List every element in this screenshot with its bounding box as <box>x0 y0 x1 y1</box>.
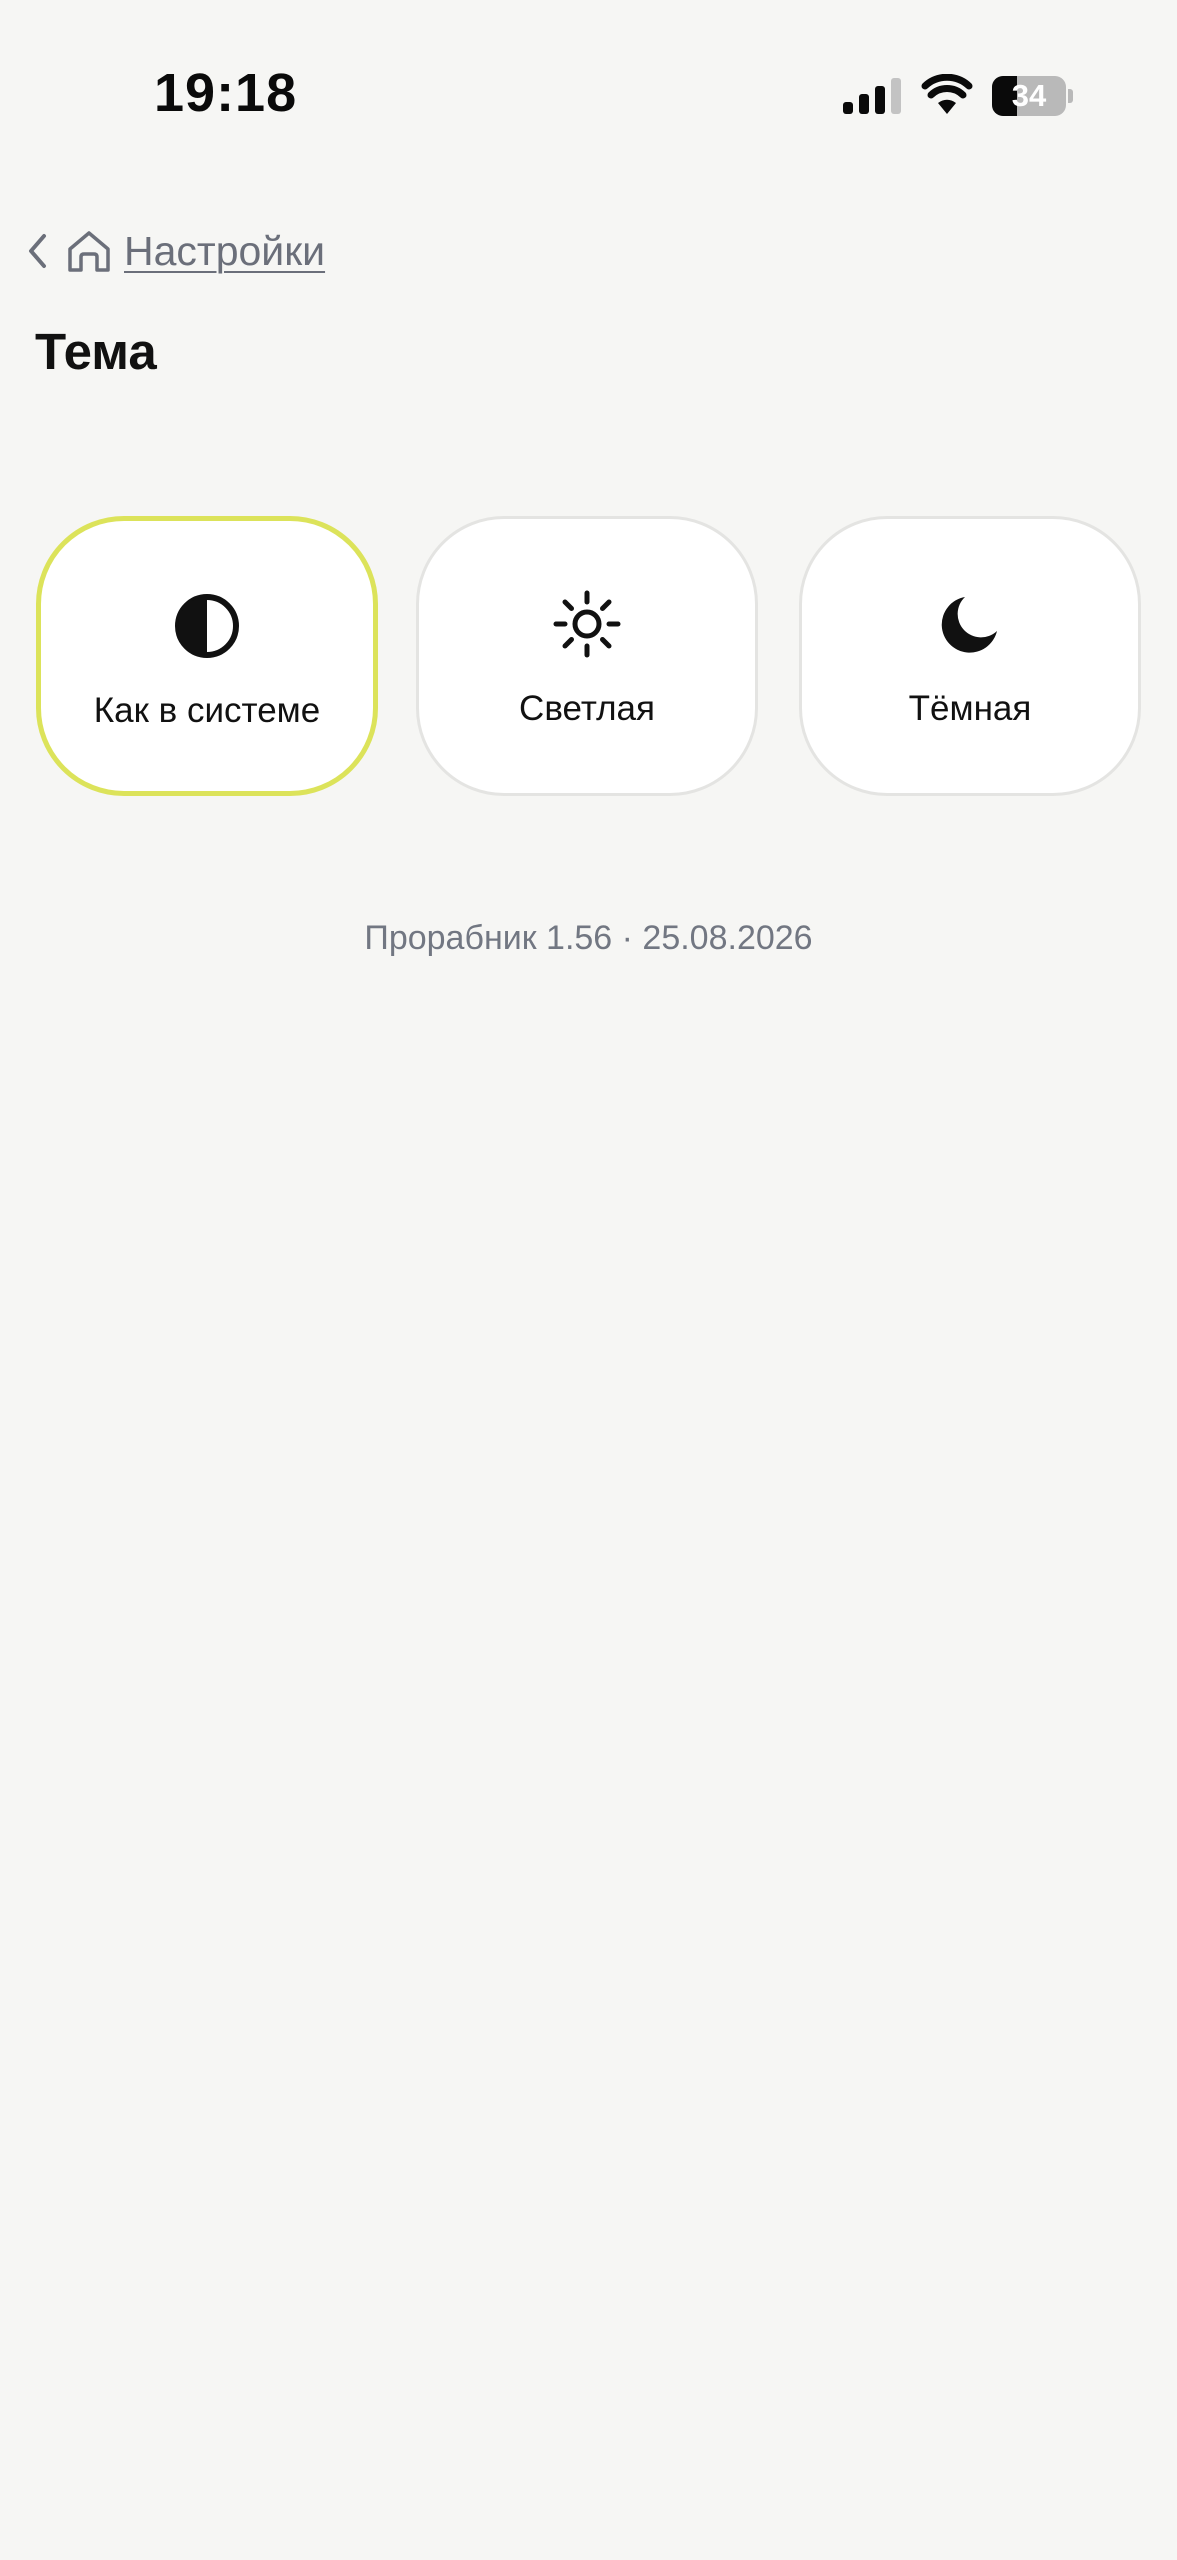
breadcrumb-settings-link[interactable]: Настройки <box>124 228 325 275</box>
wifi-icon <box>921 74 973 114</box>
theme-option-dark[interactable]: Тёмная <box>799 516 1141 796</box>
theme-option-label: Тёмная <box>908 689 1032 728</box>
home-icon[interactable] <box>66 228 112 274</box>
battery-percent: 34 <box>1011 78 1047 113</box>
cellular-signal-icon <box>843 78 901 114</box>
breadcrumb: Настройки <box>26 218 325 284</box>
battery-cap <box>1068 89 1073 103</box>
theme-option-label: Как в системе <box>93 691 321 730</box>
moon-icon <box>941 597 997 653</box>
battery-indicator: 34 <box>992 76 1073 116</box>
page-title: Тема <box>35 323 157 380</box>
status-time: 19:18 <box>154 63 298 123</box>
theme-option-light[interactable]: Светлая <box>416 516 758 796</box>
theme-option-label: Светлая <box>519 689 655 728</box>
status-bar: 19:18 34 <box>0 0 1177 190</box>
app-version: Прорабник 1.56 · 25.08.2026 <box>364 919 813 957</box>
theme-options: Как в системе Светлая Тёмная <box>36 516 1141 796</box>
half-circle-contrast-icon <box>175 594 239 658</box>
sun-icon <box>553 590 621 658</box>
battery-body: 34 <box>992 76 1066 116</box>
chevron-left-icon[interactable] <box>26 231 52 271</box>
theme-option-system[interactable]: Как в системе <box>36 516 378 796</box>
